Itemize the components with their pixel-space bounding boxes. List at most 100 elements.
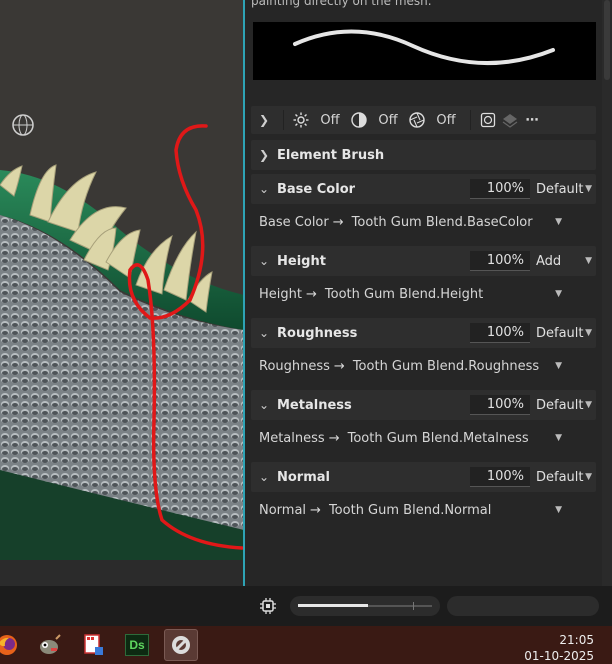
channel-roughness-header: ⌄ Roughness 100% Default ▼	[251, 318, 596, 348]
scrollbar-thumb[interactable]	[604, 0, 610, 80]
collapse-chevron-icon[interactable]: ⌄	[251, 470, 277, 484]
chevron-down-icon: ▼	[585, 256, 592, 266]
blend-mode-value: Default	[536, 325, 584, 341]
blend-mode-dropdown[interactable]: Default ▼	[536, 326, 592, 341]
target-channel-dropdown[interactable]: Tooth Gum Blend.Metalness ▼	[344, 427, 566, 449]
collapse-chevron-icon[interactable]: ⌄	[251, 182, 277, 196]
layers-icon[interactable]	[499, 109, 521, 131]
target-channel-value: Tooth Gum Blend.BaseColor	[351, 214, 533, 230]
blend-mode-dropdown[interactable]: Add ▼	[536, 254, 592, 269]
system-clock[interactable]: 21:05 01-10-2025	[524, 632, 594, 664]
target-channel-value: Tooth Gum Blend.Height	[324, 286, 484, 302]
arrow-right-icon: →	[328, 430, 340, 446]
arrow-right-icon: →	[305, 286, 317, 302]
channel-metalness-mapping: Metalness → Tooth Gum Blend.Metalness ▼	[251, 420, 596, 456]
channel-title: Roughness	[277, 325, 358, 341]
stroke-preview	[253, 22, 596, 80]
status-bar	[0, 586, 612, 626]
contrast-icon[interactable]	[348, 109, 370, 131]
channel-basecolor-mapping: Base Color → Tooth Gum Blend.BaseColor ▼	[251, 204, 596, 240]
channel-basecolor-header: ⌄ Base Color 100% Default ▼	[251, 174, 596, 204]
channel-title: Normal	[277, 469, 330, 485]
panel-scrollbar[interactable]	[602, 0, 612, 586]
chevron-down-icon: ▼	[555, 505, 562, 515]
channel-title: Metalness	[277, 397, 352, 413]
target-channel-dropdown[interactable]: Tooth Gum Blend.Height ▼	[321, 283, 566, 305]
3d-viewport[interactable]	[0, 0, 244, 586]
source-channel: Normal	[259, 502, 307, 518]
substance-designer-icon[interactable]: Ds	[120, 629, 154, 661]
zoom-slider[interactable]	[290, 596, 440, 616]
target-channel-value: Tooth Gum Blend.Normal	[328, 502, 492, 518]
collapse-chevron-icon[interactable]: ⌄	[251, 254, 277, 268]
source-channel: Metalness	[259, 430, 325, 446]
channel-height-header: ⌄ Height 100% Add ▼	[251, 246, 596, 276]
blend-mode-value: Add	[536, 253, 562, 269]
chevron-down-icon: ▼	[585, 328, 592, 338]
arrow-right-icon: →	[333, 358, 345, 374]
channel-height-mapping: Height → Tooth Gum Blend.Height ▼	[251, 276, 596, 312]
mesh-render	[0, 0, 244, 560]
blend-mode-dropdown[interactable]: Default ▼	[536, 182, 592, 197]
channel-normal-header: ⌄ Normal 100% Default ▼	[251, 462, 596, 492]
collapse-chevron-icon[interactable]: ⌄	[251, 398, 277, 412]
channel-roughness-mapping: Roughness → Tooth Gum Blend.Roughness ▼	[251, 348, 596, 384]
blend-mode-value: Default	[536, 397, 584, 413]
chevron-down-icon: ▼	[585, 400, 592, 410]
chevron-down-icon: ▼	[585, 184, 592, 194]
source-channel: Height	[259, 286, 302, 302]
channel-normal-mapping: Normal → Tooth Gum Blend.Normal ▼	[251, 492, 596, 528]
material-preview-icon[interactable]	[477, 109, 499, 131]
source-channel: Base Color	[259, 214, 329, 230]
opacity-field[interactable]: 100%	[470, 323, 530, 343]
ds-logo: Ds	[125, 634, 149, 656]
channel-title: Height	[277, 253, 326, 269]
blend-mode-dropdown[interactable]: Default ▼	[536, 470, 592, 485]
gimp-icon[interactable]	[32, 629, 66, 661]
element-brush-section[interactable]: ❯ Element Brush	[251, 140, 596, 170]
target-channel-value: Tooth Gum Blend.Metalness	[347, 430, 529, 446]
brush-hint-text: painting directly on the mesh.	[251, 0, 432, 8]
contrast-state[interactable]: Off	[370, 113, 406, 128]
collapse-chevron-icon[interactable]: ⌄	[251, 326, 277, 340]
blend-mode-value: Default	[536, 469, 584, 485]
clock-date: 01-10-2025	[524, 649, 594, 663]
target-channel-dropdown[interactable]: Tooth Gum Blend.BaseColor ▼	[348, 211, 566, 233]
channel-metalness-header: ⌄ Metalness 100% Default ▼	[251, 390, 596, 420]
brightness-icon[interactable]	[290, 109, 312, 131]
firefox-icon[interactable]	[0, 629, 24, 661]
opacity-field[interactable]: 100%	[470, 251, 530, 271]
element-brush-chevron-icon[interactable]: ❯	[251, 148, 277, 162]
target-channel-dropdown[interactable]: Tooth Gum Blend.Roughness ▼	[349, 355, 566, 377]
target-channel-value: Tooth Gum Blend.Roughness	[352, 358, 540, 374]
target-channel-dropdown[interactable]: Tooth Gum Blend.Normal ▼	[325, 499, 566, 521]
chevron-down-icon: ▼	[555, 289, 562, 299]
blend-mode-value: Default	[536, 181, 584, 197]
opacity-field[interactable]: 100%	[470, 395, 530, 415]
arrow-right-icon: →	[310, 502, 321, 518]
properties-panel: painting directly on the mesh. ❯ Off Off…	[245, 0, 612, 586]
slider-fill	[298, 604, 368, 607]
source-channel: Roughness	[259, 358, 330, 374]
chevron-down-icon: ▼	[585, 472, 592, 482]
aperture-state[interactable]: Off	[428, 113, 464, 128]
substance-painter-icon[interactable]	[164, 629, 198, 661]
taskbar: Ds 21:05 01-10-2025	[0, 626, 612, 664]
chevron-down-icon: ▼	[555, 433, 562, 443]
media-app-icon[interactable]	[76, 629, 110, 661]
viewport-floor	[0, 560, 244, 586]
channel-title: Base Color	[277, 181, 356, 197]
more-options-icon[interactable]: ⋯	[521, 109, 543, 131]
opacity-field[interactable]: 100%	[470, 179, 530, 199]
cpu-chip-icon[interactable]	[258, 596, 278, 616]
chevron-down-icon: ▼	[555, 361, 562, 371]
opacity-field[interactable]: 100%	[470, 467, 530, 487]
clock-time: 21:05	[559, 633, 594, 647]
expand-chevron-icon[interactable]: ❯	[251, 113, 277, 127]
element-brush-title: Element Brush	[277, 147, 385, 163]
material-toolbar: ❯ Off Off Off ⋯	[251, 106, 596, 134]
blend-mode-dropdown[interactable]: Default ▼	[536, 398, 592, 413]
brightness-state[interactable]: Off	[312, 113, 348, 128]
status-field[interactable]	[447, 596, 599, 616]
aperture-icon[interactable]	[406, 109, 428, 131]
